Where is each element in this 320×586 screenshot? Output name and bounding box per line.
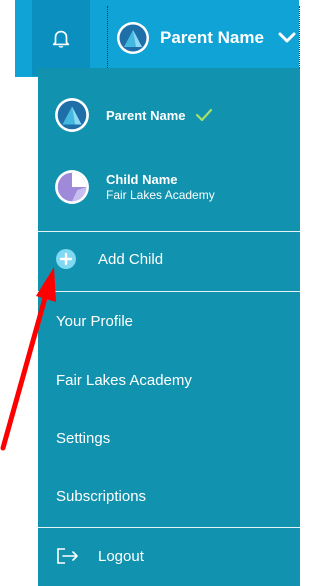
add-child-button[interactable]: Add Child xyxy=(56,249,163,269)
menu-item-your-profile[interactable]: Your Profile xyxy=(56,313,133,330)
notifications-button[interactable] xyxy=(32,0,90,76)
divider xyxy=(38,291,300,292)
account-name: Parent Name xyxy=(106,107,186,123)
logout-icon xyxy=(57,548,78,564)
account-item-child[interactable]: Child Name Fair Lakes Academy xyxy=(54,169,215,205)
plus-circle-icon xyxy=(56,249,76,269)
account-switcher-button[interactable]: Parent Name xyxy=(107,6,300,70)
header-user-name: Parent Name xyxy=(160,28,264,47)
avatar xyxy=(117,22,149,54)
account-school: Fair Lakes Academy xyxy=(106,188,215,202)
avatar xyxy=(55,98,89,132)
top-bar: Parent Name xyxy=(15,0,300,77)
checkmark-icon xyxy=(196,108,213,122)
avatar xyxy=(55,170,89,204)
menu-item-school[interactable]: Fair Lakes Academy xyxy=(56,372,192,389)
account-name: Child Name xyxy=(106,172,178,187)
bell-icon xyxy=(52,30,70,48)
logout-button[interactable]: Logout xyxy=(56,547,144,565)
divider xyxy=(38,231,300,232)
account-item-parent[interactable]: Parent Name xyxy=(54,97,213,133)
account-dropdown-menu: Parent Name Child Name Fair Lakes Academ… xyxy=(38,68,300,586)
chevron-down-icon xyxy=(278,32,296,43)
menu-item-settings[interactable]: Settings xyxy=(56,430,110,447)
logout-label: Logout xyxy=(98,547,144,565)
menu-item-subscriptions[interactable]: Subscriptions xyxy=(56,488,146,505)
divider xyxy=(38,527,300,528)
add-child-label: Add Child xyxy=(98,250,164,268)
